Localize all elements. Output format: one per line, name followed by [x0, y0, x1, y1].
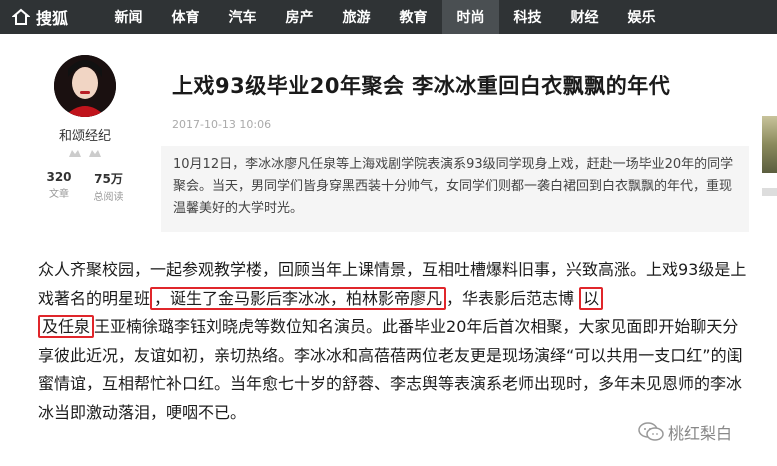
stat-reads-label: 总阅读	[93, 192, 124, 203]
wechat-icon	[638, 422, 664, 441]
related-thumbnail[interactable]	[762, 116, 777, 173]
nav-item-travel[interactable]: 旅游	[328, 0, 385, 34]
nav-item-tech[interactable]: 科技	[499, 0, 556, 34]
author-panel: 和颂经纪 320 文章 75万 总阅读	[30, 55, 140, 203]
top-nav: 搜狐 新闻 体育 汽车 房产 旅游 教育 时尚 科技 财经 娱乐	[0, 0, 777, 34]
nav-items: 新闻 体育 汽车 房产 旅游 教育 时尚 科技 财经 娱乐	[100, 0, 670, 34]
home-icon	[12, 8, 30, 25]
nav-item-edu[interactable]: 教育	[385, 0, 442, 34]
author-badges	[30, 148, 140, 158]
article-summary: 10月12日，李冰冰廖凡任泉等上海戏剧学院表演系93级同学现身上戏，赶赴一场毕业…	[161, 146, 749, 232]
article-body: 众人齐聚校园，一起参观教学楼，回顾当年上课情景，互相吐槽爆料旧事，兴致高涨。上戏…	[38, 256, 750, 427]
article-title: 上戏93级毕业20年聚会 李冰冰重回白衣飘飘的年代	[172, 74, 671, 98]
stat-articles: 320 文章	[46, 170, 71, 203]
stat-reads: 75万 总阅读	[94, 170, 124, 203]
nav-item-finance[interactable]: 财经	[556, 0, 613, 34]
badge-icon	[69, 150, 81, 157]
nav-item-news[interactable]: 新闻	[100, 0, 157, 34]
highlight-box-2: 以	[579, 286, 604, 310]
highlight-box-1: ，诞生了金马影后李冰冰，柏林影帝廖凡	[150, 286, 447, 310]
highlight-box-3: 及任泉	[38, 315, 95, 338]
watermark: 桃红梨白	[638, 420, 732, 444]
badge-icon	[89, 150, 101, 157]
logo-text: 搜狐	[36, 9, 69, 28]
author-name[interactable]: 和颂经纪	[30, 125, 140, 144]
nav-item-house[interactable]: 房产	[271, 0, 328, 34]
related-thumbnail-caption	[762, 188, 777, 196]
nav-item-fashion[interactable]: 时尚	[442, 0, 499, 34]
watermark-text: 桃红梨白	[668, 424, 733, 443]
stat-articles-label: 文章	[49, 189, 69, 200]
sohu-logo[interactable]: 搜狐	[0, 0, 100, 34]
avatar-image	[54, 55, 116, 117]
article-date: 2017-10-13 10:06	[172, 118, 272, 131]
author-stats: 320 文章 75万 总阅读	[30, 170, 140, 203]
stat-reads-num: 75万	[94, 172, 123, 186]
nav-item-auto[interactable]: 汽车	[214, 0, 271, 34]
body-text-3: 王亚楠徐璐李钰刘晓虎等数位知名演员。此番毕业20年后首次相聚，大家见面即开始聊天…	[38, 317, 743, 422]
nav-item-ent[interactable]: 娱乐	[613, 0, 670, 34]
nav-item-sports[interactable]: 体育	[157, 0, 214, 34]
avatar[interactable]	[54, 55, 116, 117]
body-text-2: ，华表影后范志博	[446, 288, 575, 308]
stat-articles-num: 320	[46, 170, 72, 184]
